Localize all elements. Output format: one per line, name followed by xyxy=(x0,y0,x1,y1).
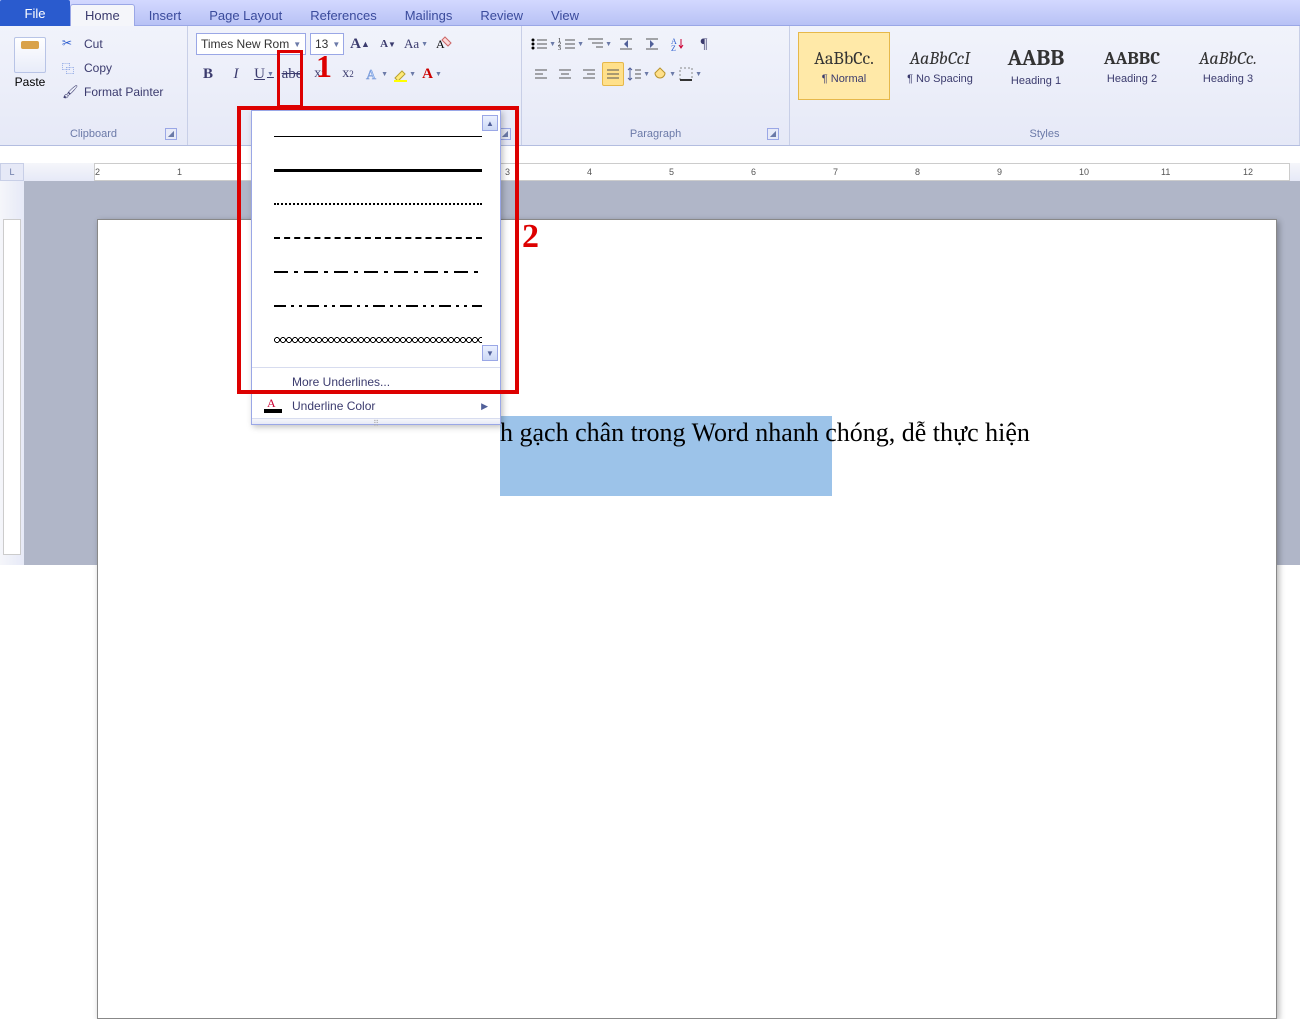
tab-home[interactable]: Home xyxy=(70,4,135,26)
bold-button[interactable]: B xyxy=(196,62,220,86)
annotation-box-1 xyxy=(277,50,303,108)
tab-file[interactable]: File xyxy=(0,0,70,26)
clipboard-dialog-launcher[interactable]: ◢ xyxy=(165,128,177,140)
horizontal-ruler[interactable]: 2112345678910111213 xyxy=(24,163,1300,181)
annotation-1: 1 xyxy=(316,48,332,85)
underline-button[interactable]: U▼ xyxy=(252,62,276,86)
align-right-button[interactable] xyxy=(578,62,600,86)
borders-button[interactable]: ▼ xyxy=(678,62,702,86)
align-center-button[interactable] xyxy=(554,62,576,86)
justify-button[interactable] xyxy=(602,62,624,86)
style-heading-3[interactable]: AaBbCc.Heading 3 xyxy=(1182,32,1274,100)
style-heading-1[interactable]: AABBHeading 1 xyxy=(990,32,1082,100)
painter-icon xyxy=(62,84,78,100)
ruler-corner[interactable]: L xyxy=(0,163,24,181)
font-color-button[interactable]: A▼ xyxy=(420,62,444,86)
underline-color-icon xyxy=(264,399,282,413)
copy-icon xyxy=(62,60,78,76)
cut-icon xyxy=(62,36,78,52)
group-title-paragraph: Paragraph◢ xyxy=(530,126,781,143)
text-selection xyxy=(500,448,832,496)
align-left-button[interactable] xyxy=(530,62,552,86)
tab-references[interactable]: References xyxy=(296,4,390,26)
group-styles: AaBbCc.¶ Normal AaBbCcI¶ No Spacing AABB… xyxy=(790,26,1300,145)
cut-button[interactable]: Cut xyxy=(58,34,167,54)
paragraph-dialog-launcher[interactable]: ◢ xyxy=(767,128,779,140)
style-normal[interactable]: AaBbCc.¶ Normal xyxy=(798,32,890,100)
group-clipboard: Paste Cut Copy Format Painter Clipboard◢ xyxy=(0,26,188,145)
group-paragraph: ▼ 123▼ ▼ AZ ¶ ▼ ▼ ▼ Para xyxy=(522,26,790,145)
tab-page-layout[interactable]: Page Layout xyxy=(195,4,296,26)
italic-button[interactable]: I xyxy=(224,62,248,86)
text-effects-button[interactable]: A▼ xyxy=(364,62,388,86)
svg-text:Z: Z xyxy=(671,44,676,52)
svg-text:A: A xyxy=(366,68,377,83)
svg-text:3: 3 xyxy=(558,46,561,52)
annotation-box-2 xyxy=(237,106,519,394)
tab-mailings[interactable]: Mailings xyxy=(391,4,467,26)
vertical-ruler[interactable] xyxy=(0,181,24,565)
shading-button[interactable]: ▼ xyxy=(652,62,676,86)
document-text[interactable]: h gạch chân trong Word nhanh chóng, dễ t… xyxy=(500,418,1030,448)
annotation-2: 2 xyxy=(522,218,539,256)
clear-formatting-button[interactable]: A xyxy=(432,32,456,56)
group-title-clipboard: Clipboard◢ xyxy=(8,126,179,143)
increase-indent-button[interactable] xyxy=(640,32,664,56)
tab-review[interactable]: Review xyxy=(466,4,537,26)
shrink-font-button[interactable]: A▼ xyxy=(376,32,400,56)
sort-button[interactable]: AZ xyxy=(666,32,690,56)
format-painter-button[interactable]: Format Painter xyxy=(58,82,167,102)
bullets-button[interactable]: ▼ xyxy=(530,32,556,56)
style-heading-2[interactable]: AABBCHeading 2 xyxy=(1086,32,1178,100)
line-spacing-button[interactable]: ▼ xyxy=(626,62,650,86)
decrease-indent-button[interactable] xyxy=(614,32,638,56)
highlight-button[interactable]: ▼ xyxy=(392,62,416,86)
ribbon-tabs: File Home Insert Page Layout References … xyxy=(0,0,1300,26)
show-marks-button[interactable]: ¶ xyxy=(692,32,716,56)
superscript-button[interactable]: x2 xyxy=(336,62,360,86)
copy-button[interactable]: Copy xyxy=(58,58,167,78)
group-title-styles: Styles xyxy=(798,126,1291,143)
numbering-button[interactable]: 123▼ xyxy=(558,32,584,56)
change-case-button[interactable]: Aa▼ xyxy=(404,32,428,56)
tab-insert[interactable]: Insert xyxy=(135,4,196,26)
underline-color-item[interactable]: Underline Color▶ xyxy=(252,394,500,418)
paste-label: Paste xyxy=(15,75,46,89)
grow-font-button[interactable]: A▲ xyxy=(348,32,372,56)
paste-icon xyxy=(14,37,46,73)
document-workspace: h gạch chân trong Word nhanh chóng, dễ t… xyxy=(24,181,1300,565)
tab-view[interactable]: View xyxy=(537,4,593,26)
paste-button[interactable]: Paste xyxy=(8,32,52,102)
style-no-spacing[interactable]: AaBbCcI¶ No Spacing xyxy=(894,32,986,100)
multilevel-list-button[interactable]: ▼ xyxy=(586,32,612,56)
ribbon: Paste Cut Copy Format Painter Clipboard◢… xyxy=(0,26,1300,146)
